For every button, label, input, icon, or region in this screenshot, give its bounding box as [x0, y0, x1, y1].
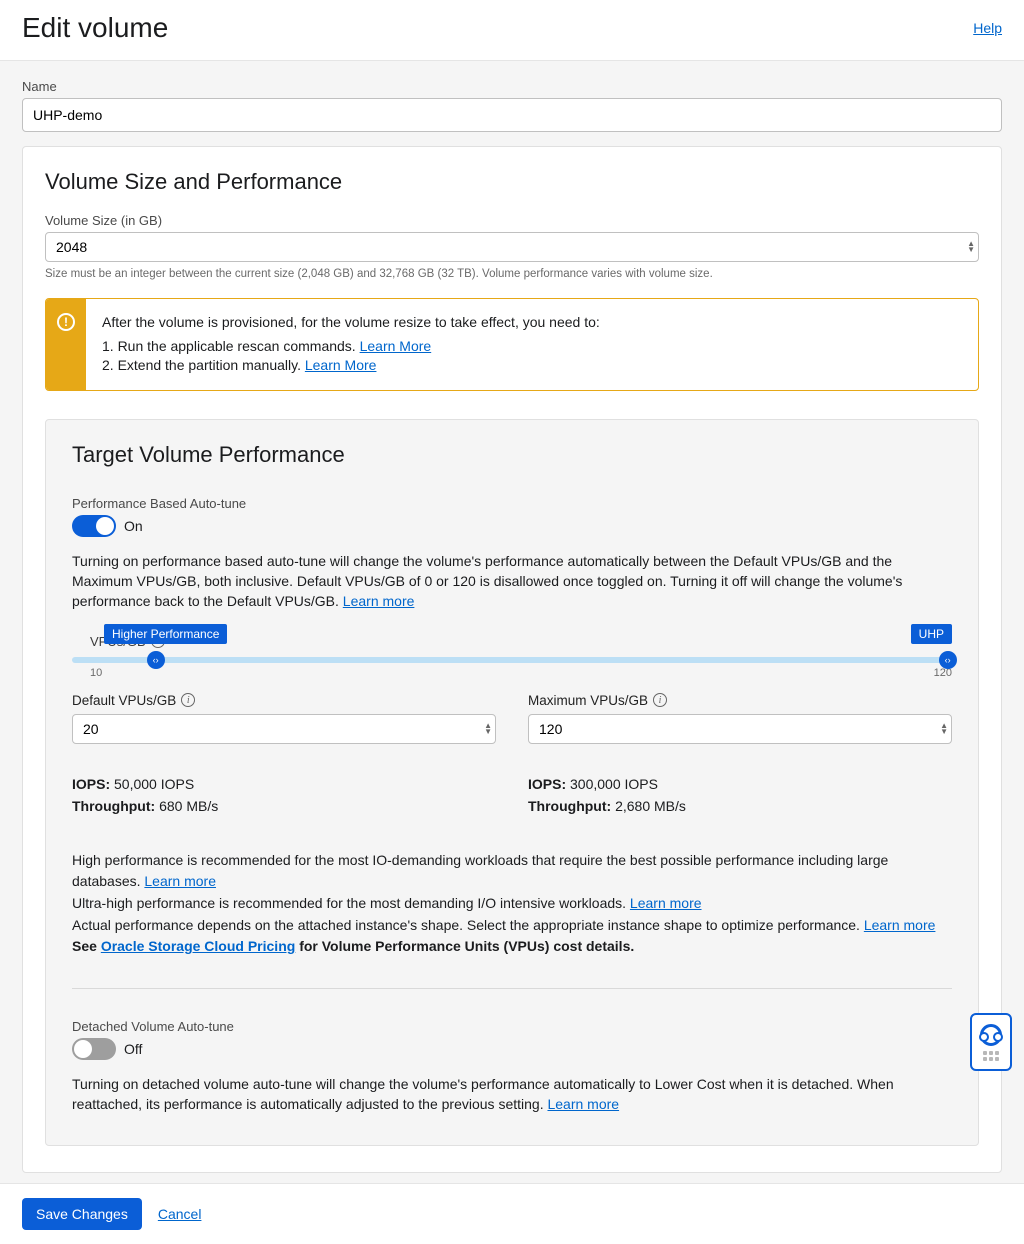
default-throughput-value: 680 MB/s: [155, 798, 218, 814]
rec-actual: Actual performance depends on the attach…: [72, 917, 864, 933]
learn-more-instance-link[interactable]: Learn more: [864, 917, 936, 933]
detached-auto-tune-label: Detached Volume Auto-tune: [72, 1019, 952, 1034]
slider-handle-min[interactable]: ‹›: [147, 651, 165, 669]
rec-see-prefix: See: [72, 938, 101, 954]
alert-step-2: 2. Extend the partition manually.: [102, 357, 305, 373]
auto-tune-learn-more-link[interactable]: Learn more: [343, 593, 415, 609]
info-icon[interactable]: i: [181, 693, 195, 707]
throughput-label: Throughput:: [72, 798, 155, 814]
default-vpu-label: Default VPUs/GB: [72, 693, 176, 708]
resize-alert: ! After the volume is provisioned, for t…: [45, 298, 979, 391]
tick-min: 10: [90, 667, 102, 679]
detached-learn-more-link[interactable]: Learn more: [547, 1096, 619, 1112]
info-icon[interactable]: i: [653, 693, 667, 707]
slider-track[interactable]: ‹› ‹›: [72, 657, 952, 663]
name-label: Name: [22, 79, 1002, 94]
section-title: Volume Size and Performance: [45, 169, 979, 195]
iops-label: IOPS:: [528, 776, 566, 792]
alert-intro: After the volume is provisioned, for the…: [102, 313, 600, 333]
dialog-header: Edit volume Help: [0, 0, 1024, 61]
help-link[interactable]: Help: [973, 20, 1002, 36]
detached-auto-tune-toggle[interactable]: [72, 1038, 116, 1060]
learn-more-uhp-link[interactable]: Learn more: [630, 895, 702, 911]
size-performance-panel: Volume Size and Performance Volume Size …: [22, 146, 1002, 1173]
drag-handle-icon: [983, 1051, 999, 1061]
stepper-icon[interactable]: ▲▼: [967, 241, 975, 253]
stepper-icon[interactable]: ▲▼: [484, 723, 492, 735]
name-input[interactable]: [22, 98, 1002, 132]
default-iops-value: 50,000 IOPS: [110, 776, 194, 792]
auto-tune-toggle[interactable]: [72, 515, 116, 537]
volume-size-input[interactable]: [45, 232, 979, 262]
vpu-slider: Higher Performance UHP VPUs/GBi ‹› ‹› 10…: [72, 634, 952, 679]
rec-see-suffix: for Volume Performance Units (VPUs) cost…: [295, 938, 634, 954]
volume-size-label: Volume Size (in GB): [45, 213, 979, 228]
volume-size-hint: Size must be an integer between the curr…: [45, 268, 979, 280]
stepper-icon[interactable]: ▲▼: [940, 723, 948, 735]
auto-tune-label: Performance Based Auto-tune: [72, 496, 952, 511]
page-title: Edit volume: [22, 12, 168, 44]
slider-handle-max[interactable]: ‹›: [939, 651, 957, 669]
pricing-link[interactable]: Oracle Storage Cloud Pricing: [101, 938, 296, 954]
rec-uhp: Ultra-high performance is recommended fo…: [72, 895, 630, 911]
learn-more-hp-link[interactable]: Learn more: [144, 873, 216, 889]
lifebuoy-icon: [980, 1024, 1002, 1046]
detached-auto-tune-description: Turning on detached volume auto-tune wil…: [72, 1076, 894, 1112]
throughput-label: Throughput:: [528, 798, 611, 814]
max-throughput-value: 2,680 MB/s: [611, 798, 686, 814]
higher-performance-tag: Higher Performance: [104, 624, 227, 644]
help-widget[interactable]: [970, 1013, 1012, 1071]
default-vpu-input[interactable]: [72, 714, 496, 744]
dialog-body: Name Volume Size and Performance Volume …: [0, 61, 1024, 1183]
max-vpu-label: Maximum VPUs/GB: [528, 693, 648, 708]
learn-more-rescan-link[interactable]: Learn More: [360, 338, 432, 354]
auto-tune-state: On: [124, 518, 143, 534]
warning-icon: !: [46, 299, 86, 390]
cancel-button[interactable]: Cancel: [158, 1206, 202, 1222]
dialog-footer: Save Changes Cancel: [0, 1183, 1024, 1244]
max-vpu-input[interactable]: [528, 714, 952, 744]
subsection-title: Target Volume Performance: [72, 442, 952, 468]
auto-tune-description: Turning on performance based auto-tune w…: [72, 553, 902, 610]
learn-more-partition-link[interactable]: Learn More: [305, 357, 377, 373]
iops-label: IOPS:: [72, 776, 110, 792]
detached-auto-tune-state: Off: [124, 1041, 142, 1057]
max-iops-value: 300,000 IOPS: [566, 776, 658, 792]
save-button[interactable]: Save Changes: [22, 1198, 142, 1230]
target-performance-panel: Target Volume Performance Performance Ba…: [45, 419, 979, 1146]
alert-step-1: 1. Run the applicable rescan commands.: [102, 338, 360, 354]
uhp-tag: UHP: [911, 624, 952, 644]
